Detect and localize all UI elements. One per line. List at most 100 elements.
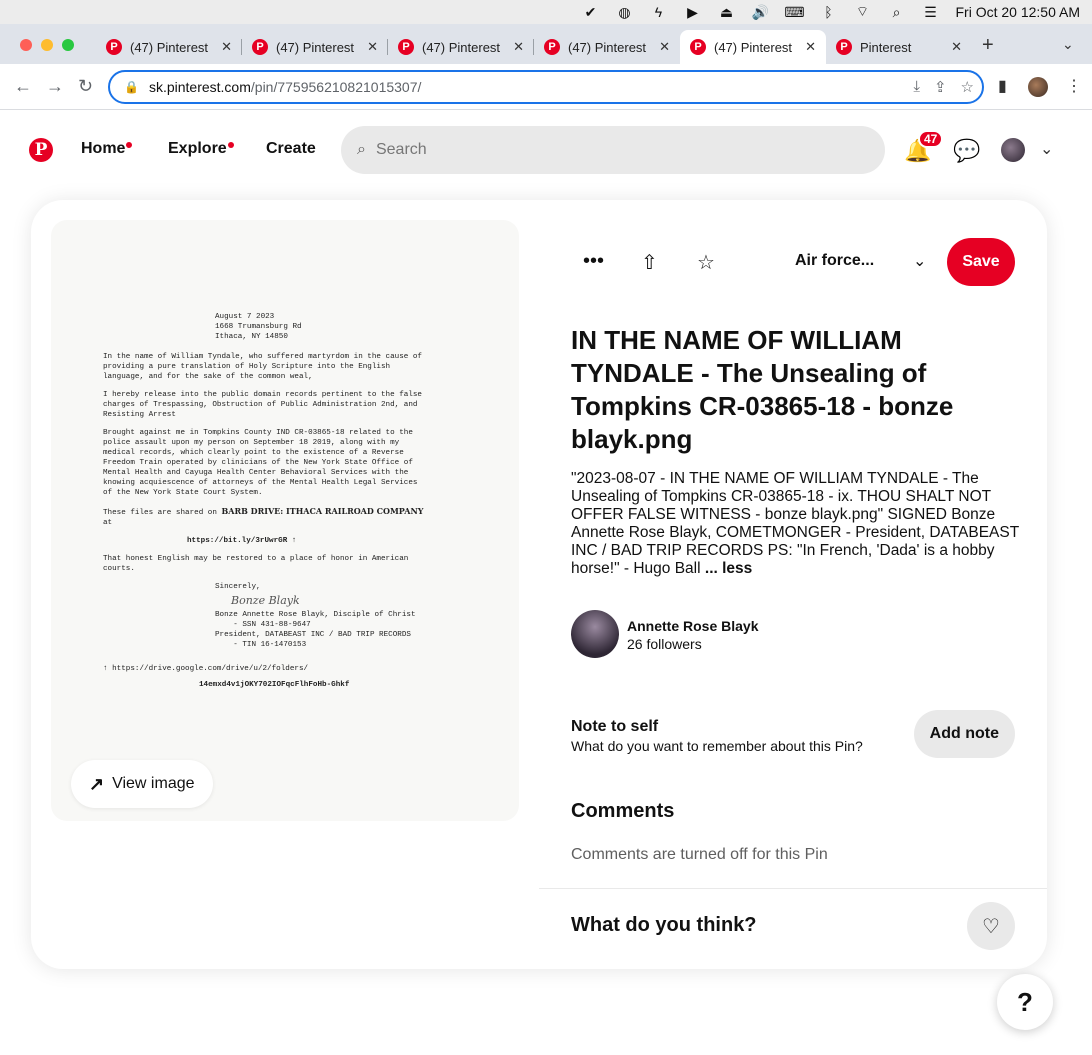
nav-home[interactable]: Home [81, 140, 133, 158]
volume-icon[interactable]: 🔊 [744, 4, 778, 21]
nav-explore-label: Explore [168, 140, 227, 157]
tab-title: Pinterest [860, 39, 912, 55]
browser-tab[interactable]: P (47) Pinterest ✕ [388, 30, 534, 64]
close-tab-icon[interactable]: ✕ [513, 39, 524, 55]
arrow-up-right-icon: ↗ [89, 773, 105, 794]
address-bar[interactable]: 🔒 sk.pinterest.com/pin/77595621082101530… [108, 70, 984, 104]
letter-signature: Bonze Blayk [231, 594, 300, 607]
pinterest-header: P Home Explore Create ⌕ Search 🔔 47 💬 ⌄ [0, 110, 1092, 190]
close-tab-icon[interactable]: ✕ [951, 39, 962, 55]
tab-search-chevron-icon[interactable]: ⌄ [1062, 36, 1074, 53]
browser-tab[interactable]: P Pinterest ✕ [826, 30, 972, 64]
browser-toolbar: ← → ↻ 🔒 sk.pinterest.com/pin/77595621082… [0, 64, 1092, 110]
eject-icon[interactable]: ⏏ [710, 4, 744, 21]
close-window-button[interactable] [20, 39, 32, 51]
check-icon[interactable]: ✔ [574, 4, 608, 21]
add-note-button[interactable]: Add note [913, 710, 1015, 758]
install-app-icon[interactable]: ⤓ [913, 78, 920, 96]
browser-tab[interactable]: P (47) Pinterest ✕ [242, 30, 388, 64]
play-icon[interactable]: ▶ [676, 4, 710, 21]
letter-text: at [103, 519, 113, 527]
sig-line: - TIN 16-1470153 [215, 641, 307, 649]
tab-title: (47) Pinterest [130, 39, 209, 55]
back-arrow-icon[interactable]: ← [14, 76, 32, 97]
close-tab-icon[interactable]: ✕ [221, 39, 232, 55]
letter-drive-name: BARB DRIVE: ITHACA RAILROAD COMPANY [221, 506, 424, 516]
view-image-button[interactable]: ↗ View image [71, 760, 213, 808]
note-title: Note to self [571, 718, 659, 735]
close-tab-icon[interactable]: ✕ [805, 39, 816, 55]
minimize-window-button[interactable] [41, 39, 53, 51]
letter-date: August 7 2023 [215, 313, 275, 321]
control-center-icon[interactable]: ☰ [914, 4, 948, 21]
letter-addr-line: 1668 Trumansburg Rd [215, 323, 302, 331]
nav-explore[interactable]: Explore [168, 140, 234, 158]
creator-name[interactable]: Annette Rose Blayk [627, 618, 758, 634]
spotlight-search-icon[interactable]: ⌕ [880, 4, 914, 21]
close-tab-icon[interactable]: ✕ [659, 39, 670, 55]
browser-menu-icon[interactable]: ⋮ [1066, 76, 1082, 96]
heart-react-button[interactable]: ♡ [967, 902, 1015, 950]
creator-avatar[interactable] [571, 610, 619, 658]
pinterest-favicon-icon: P [836, 39, 852, 55]
pin-actions-bar: ••• ⇧ ☆ Air force... ⌄ Save [571, 238, 1017, 286]
letter-document: August 7 2023 1668 Trumansburg Rd Ithaca, … [103, 312, 473, 698]
account-chevron-down-icon[interactable]: ⌄ [1040, 139, 1053, 159]
messages-icon[interactable]: 💬 [953, 138, 980, 164]
pinterest-favicon-icon: P [252, 39, 268, 55]
close-tab-icon[interactable]: ✕ [367, 39, 378, 55]
url-host: sk.pinterest.com [148, 79, 251, 95]
board-chevron-down-icon[interactable]: ⌄ [913, 251, 926, 271]
search-icon: ⌕ [357, 141, 366, 158]
share-upload-icon[interactable]: ⇧ [641, 250, 658, 275]
keyboard-icon[interactable]: ⌨ [778, 4, 812, 21]
pin-closeup-card: August 7 2023 1668 Trumansburg Rd Ithaca, … [31, 200, 1047, 969]
menubar-clock[interactable]: Fri Oct 20 12:50 AM [956, 4, 1081, 20]
forward-arrow-icon[interactable]: → [46, 76, 64, 97]
comments-heading: Comments [571, 800, 675, 822]
bluetooth-icon[interactable]: ᛒ [812, 4, 846, 20]
pinterest-favicon-icon: P [690, 39, 706, 55]
letter-paragraph: In the name of William Tyndale, who suff… [103, 353, 422, 381]
bolt-icon[interactable]: ϟ [642, 4, 676, 20]
more-options-icon[interactable]: ••• [583, 250, 604, 273]
pinterest-logo-icon[interactable]: P [29, 138, 53, 162]
browser-tab[interactable]: P (47) Pinterest ✕ [534, 30, 680, 64]
letter-addr-line: Ithaca, NY 14850 [215, 333, 288, 341]
pinterest-favicon-icon: P [544, 39, 560, 55]
board-selector[interactable]: Air force... [795, 252, 874, 270]
share-icon[interactable]: ⇪ [934, 78, 947, 96]
pin-image[interactable]: August 7 2023 1668 Trumansburg Rd Ithaca, … [51, 220, 519, 821]
tab-list: P (47) Pinterest ✕ P (47) Pinterest ✕ P … [96, 30, 972, 64]
search-input[interactable]: ⌕ Search [341, 126, 885, 174]
user-avatar[interactable] [1001, 138, 1025, 162]
new-tab-icon[interactable]: + [982, 34, 994, 57]
show-less-link[interactable]: ... less [705, 560, 752, 577]
favorite-star-icon[interactable]: ☆ [697, 250, 715, 275]
letter-address: August 7 2023 1668 Trumansburg Rd Ithaca, … [215, 312, 473, 342]
omnibox-actions: ⤓ ⇪ ☆ [913, 78, 974, 96]
help-button[interactable]: ? [997, 974, 1053, 1030]
browser-tab[interactable]: P (47) Pinterest ✕ [96, 30, 242, 64]
side-panel-icon[interactable]: ▮ [998, 76, 1007, 96]
letter-paragraph: I hereby release into the public domain … [103, 391, 422, 419]
browser-tab-strip: P (47) Pinterest ✕ P (47) Pinterest ✕ P … [0, 24, 1092, 64]
zoom-window-button[interactable] [62, 39, 74, 51]
macos-menu-bar: ✔ ◍ ϟ ▶ ⏏ 🔊 ⌨ ᛒ ⌔ ⌕ ☰ Fri Oct 20 12:50 A… [0, 0, 1092, 24]
view-image-label: View image [112, 775, 195, 792]
bookmark-star-icon[interactable]: ☆ [961, 78, 974, 96]
notification-dot [227, 142, 234, 148]
nav-create[interactable]: Create [266, 140, 316, 158]
sig-line: Bonze Annette Rose Blayk, Disciple of Ch… [215, 611, 416, 619]
reload-icon[interactable]: ↻ [78, 76, 93, 97]
letter-footnote: ↑ https://drive.google.com/drive/u/2/fol… [103, 665, 309, 673]
url-path: /pin/775956210821015307/ [250, 79, 422, 95]
nav-create-label: Create [266, 140, 316, 157]
wifi-icon[interactable]: ⌔ [846, 3, 880, 21]
tab-title: (47) Pinterest [276, 39, 355, 55]
save-button[interactable]: Save [947, 238, 1015, 286]
browser-profile-avatar[interactable] [1028, 77, 1048, 97]
browser-tab-active[interactable]: P (47) Pinterest ✕ [680, 30, 826, 64]
lock-icon[interactable]: 🔒 [124, 80, 139, 94]
audio-icon[interactable]: ◍ [608, 4, 642, 21]
